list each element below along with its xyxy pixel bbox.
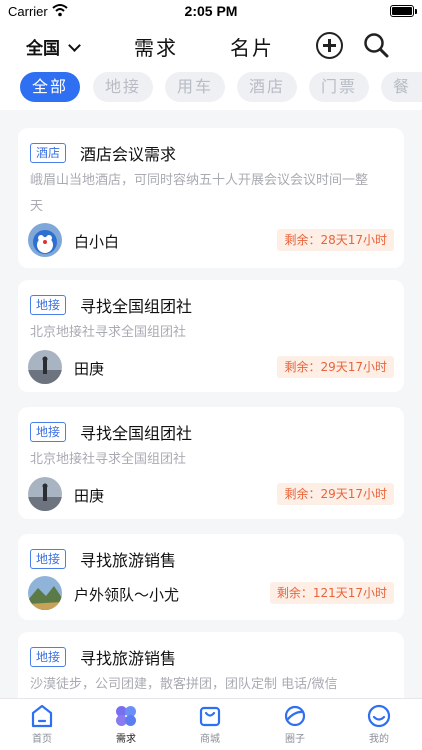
- filter-chip-car[interactable]: 用车: [165, 72, 225, 102]
- card-description: 北京地接社寻求全国组团社: [30, 452, 187, 467]
- demand-card[interactable]: 地接 寻找旅游销售 沙漠徒步，公司团建，散客拼团，团队定制 电话/微信: [18, 632, 404, 698]
- tab-label: 商城: [200, 734, 220, 745]
- tab-mine[interactable]: 我的: [349, 703, 409, 745]
- remaining-time-badge: 剩余：121天17小时: [269, 582, 394, 604]
- region-label: 全国: [26, 39, 60, 59]
- clover-icon: [116, 706, 136, 726]
- category-tag: 地接: [30, 295, 67, 315]
- card-title: 寻找旅游销售: [80, 649, 177, 668]
- avatar[interactable]: [28, 350, 62, 384]
- category-tag: 地接: [30, 549, 67, 569]
- filter-chip-local-guide[interactable]: 地接: [93, 72, 153, 102]
- remaining-time-badge: 剩余：28天17小时: [277, 229, 394, 251]
- card-title: 寻找全国组团社: [80, 297, 193, 316]
- remaining-time-badge: 剩余：29天17小时: [277, 483, 394, 505]
- tab-circle[interactable]: 圈子: [265, 703, 325, 745]
- card-description-line: 峨眉山当地酒店，可同时容纳五十人开展会议会议时间一整: [30, 173, 369, 188]
- card-title: 寻找全国组团社: [80, 424, 193, 443]
- filter-chip-dining[interactable]: 餐: [381, 72, 422, 102]
- tab-label: 首页: [32, 734, 52, 745]
- demand-card[interactable]: 地接 寻找旅游销售 户外领队～小尤 剩余：121天17小时: [18, 534, 404, 620]
- demand-card[interactable]: 地接 寻找全国组团社 北京地接社寻求全国组团社 田庚 剩余：29天17小时: [18, 280, 404, 392]
- shopping-bag-icon: [199, 706, 221, 727]
- category-filter-bar: 全部 地接 用车 酒店 门票 餐: [0, 68, 422, 110]
- filter-chip-ticket[interactable]: 门票: [309, 72, 369, 102]
- card-description-line: 天: [30, 199, 44, 214]
- battery-icon: [390, 5, 417, 17]
- bottom-tab-bar: 首页 需求 商城 圈子 我的: [0, 698, 422, 750]
- smile-icon: [367, 704, 391, 728]
- demand-card[interactable]: 地接 寻找全国组团社 北京地接社寻求全国组团社 田庚 剩余：29天17小时: [18, 407, 404, 519]
- user-name: 田庚: [74, 487, 105, 505]
- chevron-down-icon: [68, 39, 81, 52]
- avatar[interactable]: [28, 223, 62, 257]
- user-name: 田庚: [74, 360, 105, 378]
- demand-list: 酒店 酒店会议需求 峨眉山当地酒店，可同时容纳五十人开展会议会议时间一整 天 白…: [0, 110, 422, 698]
- home-icon: [31, 704, 53, 728]
- tab-label: 圈子: [285, 734, 305, 745]
- avatar[interactable]: [28, 477, 62, 511]
- tab-demand[interactable]: 需求: [134, 32, 178, 61]
- top-nav: 全国 需求 名片: [0, 24, 422, 68]
- filter-chip-all[interactable]: 全部: [20, 72, 80, 102]
- filter-chip-hotel[interactable]: 酒店: [237, 72, 297, 102]
- status-bar: Carrier 2:05 PM: [0, 0, 422, 24]
- card-description: 北京地接社寻求全国组团社: [30, 325, 187, 340]
- card-title: 酒店会议需求: [80, 145, 177, 164]
- card-description: 沙漠徒步，公司团建，散客拼团，团队定制 电话/微信: [30, 677, 338, 692]
- demand-card[interactable]: 酒店 酒店会议需求 峨眉山当地酒店，可同时容纳五十人开展会议会议时间一整 天 白…: [18, 128, 404, 268]
- tab-home[interactable]: 首页: [12, 703, 72, 745]
- tab-business-card[interactable]: 名片: [230, 32, 274, 61]
- user-name: 户外领队～小尤: [74, 586, 180, 604]
- add-icon[interactable]: [316, 32, 343, 59]
- tab-demand-active[interactable]: 需求: [96, 703, 156, 745]
- category-tag: 酒店: [30, 143, 67, 163]
- search-icon[interactable]: [363, 32, 389, 58]
- card-title: 寻找旅游销售: [80, 551, 177, 570]
- user-name: 白小白: [74, 233, 120, 251]
- category-tag: 地接: [30, 422, 67, 442]
- tab-label: 需求: [116, 734, 136, 745]
- category-tag: 地接: [30, 647, 67, 667]
- region-selector[interactable]: 全国: [26, 34, 81, 59]
- tab-mall[interactable]: 商城: [180, 703, 240, 745]
- card-description: 峨眉山当地酒店，可同时容纳五十人开展会议会议时间一整 天: [30, 168, 392, 220]
- remaining-time-badge: 剩余：29天17小时: [277, 356, 394, 378]
- avatar[interactable]: [28, 576, 62, 610]
- planet-icon: [284, 705, 306, 727]
- tab-label: 我的: [369, 734, 389, 745]
- clock: 2:05 PM: [184, 3, 238, 19]
